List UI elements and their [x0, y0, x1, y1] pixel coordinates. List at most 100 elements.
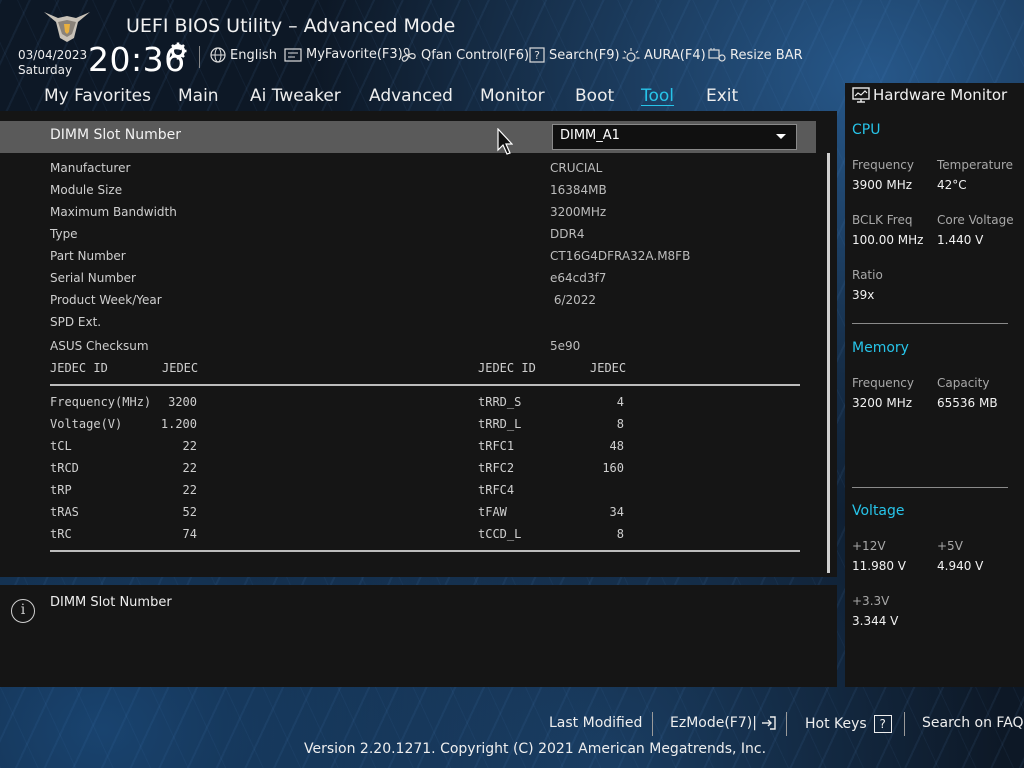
help-text: DIMM Slot Number [50, 595, 172, 610]
language-label: English [230, 47, 277, 63]
dimm-slot-label: DIMM Slot Number [50, 127, 182, 143]
bclk-label: BCLK Freq [852, 213, 913, 227]
timing-name: tRP [50, 483, 72, 497]
myfavorite-button[interactable]: MyFavorite(F3) [284, 47, 403, 62]
timing-value: 22 [182, 439, 197, 453]
info-label: ASUS Checksum [50, 339, 149, 353]
timing-name: tRFC2 [478, 461, 515, 475]
exit-arrow-icon [761, 716, 776, 730]
timing-value: 4 [616, 395, 624, 409]
info-value: DDR4 [550, 227, 585, 241]
dimm-slot-value: DIMM_A1 [560, 128, 620, 143]
tab-main[interactable]: Main [178, 86, 219, 106]
cpu-frequency-label: Frequency [852, 158, 914, 172]
timing-header-val: JEDEC [162, 361, 199, 375]
ratio-label: Ratio [852, 268, 883, 282]
timing-value: 8 [616, 527, 624, 541]
tab-tool[interactable]: Tool [641, 86, 674, 106]
tab-my-favorites[interactable]: My Favorites [44, 86, 151, 106]
timing-name: tRFC4 [478, 483, 515, 497]
tab-monitor[interactable]: Monitor [480, 86, 545, 106]
core-voltage-label: Core Voltage [937, 213, 1014, 227]
info-label: SPD Ext. [50, 315, 102, 329]
globe-icon [210, 47, 226, 63]
aura-label: AURA(F4) [644, 47, 706, 63]
hardware-monitor-title: Hardware Monitor [873, 86, 1008, 104]
monitor-icon [852, 87, 870, 103]
timing-header-id: JEDEC ID [50, 361, 108, 375]
svg-text:?: ? [534, 49, 540, 62]
v12-label: +12V [852, 539, 886, 553]
hot-keys-button[interactable]: Hot Keys ? [805, 715, 892, 733]
qfan-control-button[interactable]: Qfan Control(F6) [400, 47, 529, 64]
info-icon: i [11, 599, 35, 623]
fan-icon [401, 47, 416, 62]
v33-value: 3.344 V [852, 614, 899, 628]
tab-advanced[interactable]: Advanced [369, 86, 453, 106]
timing-value: 22 [182, 461, 197, 475]
ezmode-label: EzMode(F7)| [670, 715, 757, 731]
info-value: e64cd3f7 [550, 271, 607, 285]
timing-value: 48 [609, 439, 624, 453]
info-label: Product Week/Year [50, 293, 162, 307]
search-faq-button[interactable]: Search on FAQ [922, 715, 1024, 731]
info-label: Maximum Bandwidth [50, 205, 177, 219]
info-label: Manufacturer [50, 161, 131, 175]
timing-name: tRFC1 [478, 439, 515, 453]
language-button[interactable]: English [210, 47, 277, 63]
v5-value: 4.940 V [937, 559, 984, 573]
last-modified-button[interactable]: Last Modified [549, 715, 642, 731]
cpu-temperature-label: Temperature [937, 158, 1014, 172]
info-label: Serial Number [50, 271, 136, 285]
divider [50, 384, 800, 386]
timing-header-id: JEDEC ID [478, 361, 536, 375]
divider [852, 487, 1008, 488]
search-button[interactable]: ? Search(F9) [529, 47, 620, 63]
timing-name: tRRD_L [478, 417, 522, 431]
chevron-down-icon[interactable] [776, 134, 786, 139]
cpu-heading: CPU [852, 122, 881, 138]
resize-bar-button[interactable]: Resize BAR [708, 47, 803, 63]
tab-exit[interactable]: Exit [706, 86, 738, 106]
aura-button[interactable]: AURA(F4) [622, 47, 706, 63]
info-label: Module Size [50, 183, 123, 197]
bclk-value: 100.00 MHz [852, 233, 924, 247]
mouse-cursor-icon [497, 128, 513, 155]
help-key-icon: ? [873, 715, 892, 733]
qfan-control-label: Qfan Control(F6) [421, 48, 530, 63]
memory-capacity-value: 65536 MB [937, 396, 998, 410]
timing-value: 22 [182, 483, 197, 497]
copyright-text: Version 2.20.1271. Copyright (C) 2021 Am… [304, 741, 767, 757]
memory-frequency-value: 3200 MHz [852, 396, 913, 410]
timing-header-val: JEDEC [590, 361, 627, 375]
timing-name: tRC [50, 527, 72, 541]
scrollbar[interactable] [827, 153, 830, 573]
hot-keys-label: Hot Keys [805, 716, 867, 732]
timing-value: 34 [609, 505, 624, 519]
tab-ai-tweaker[interactable]: Ai Tweaker [250, 86, 341, 106]
tab-boot[interactable]: Boot [575, 86, 614, 106]
timing-value: 74 [182, 527, 197, 541]
info-value: 6/2022 [550, 293, 597, 307]
memory-frequency-label: Frequency [852, 376, 914, 390]
aura-icon [622, 48, 640, 62]
v5-label: +5V [937, 539, 963, 553]
search-icon: ? [529, 47, 545, 63]
cpu-temperature-value: 42°C [937, 178, 967, 192]
ezmode-button[interactable]: EzMode(F7)| [670, 715, 777, 731]
timing-name: tCCD_L [478, 527, 522, 541]
divider [852, 323, 1008, 324]
toolbar-separator [199, 46, 200, 68]
cpu-frequency-value: 3900 MHz [852, 178, 913, 192]
timing-value: 160 [602, 461, 624, 475]
info-value: 5e90 [550, 339, 581, 353]
myfavorite-label: MyFavorite(F3) [306, 47, 403, 62]
date-display: 03/04/2023 Saturday [18, 48, 87, 78]
info-value: 3200MHz [550, 205, 607, 219]
core-voltage-value: 1.440 V [937, 233, 984, 247]
v12-value: 11.980 V [852, 559, 907, 573]
timing-name: tRAS [50, 505, 79, 519]
gear-icon[interactable] [169, 42, 187, 60]
timing-value: 1.200 [160, 417, 197, 431]
timing-name: tRCD [50, 461, 79, 475]
